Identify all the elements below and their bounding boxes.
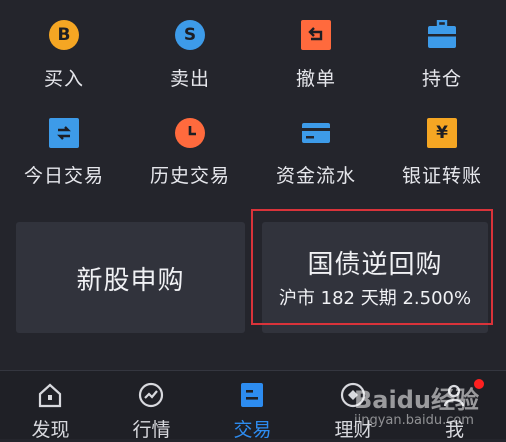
sell-icon: S	[175, 20, 205, 50]
history-trades-label: 历史交易	[149, 165, 230, 187]
buy-icon: B	[49, 20, 79, 50]
sell-label: 卖出	[169, 68, 210, 90]
today-trades-icon	[49, 118, 79, 148]
highlight-box	[251, 209, 493, 325]
buy-label: 买入	[43, 68, 84, 90]
cancel-order-label: 撤单	[295, 68, 336, 90]
tab-market[interactable]: 行情	[101, 371, 202, 441]
tab-trade[interactable]: 交易	[202, 371, 303, 441]
briefcase-icon	[427, 19, 457, 50]
fund-flow-label: 资金流水	[275, 165, 356, 187]
bank-transfer-label: 银证转账	[401, 165, 482, 187]
ipo-subscription-card[interactable]: 新股申购	[16, 222, 245, 333]
clock-icon	[175, 118, 205, 148]
watermark-brand: Baidu经验	[354, 386, 479, 414]
ipo-title: 新股申购	[76, 266, 185, 296]
today-trades-label: 今日交易	[23, 165, 104, 187]
baidu-watermark: Baidu经验 jingyan.baidu.com	[354, 380, 479, 428]
positions-label: 持仓	[421, 68, 462, 90]
watermark-url: jingyan.baidu.com	[354, 413, 474, 428]
cancel-order-icon	[301, 20, 331, 50]
market-icon	[137, 381, 165, 409]
card-icon	[301, 118, 331, 148]
trade-icon	[238, 381, 266, 409]
yuan-icon: ¥	[427, 118, 457, 148]
tab-discover[interactable]: 发现	[0, 371, 101, 441]
home-icon	[36, 381, 64, 409]
